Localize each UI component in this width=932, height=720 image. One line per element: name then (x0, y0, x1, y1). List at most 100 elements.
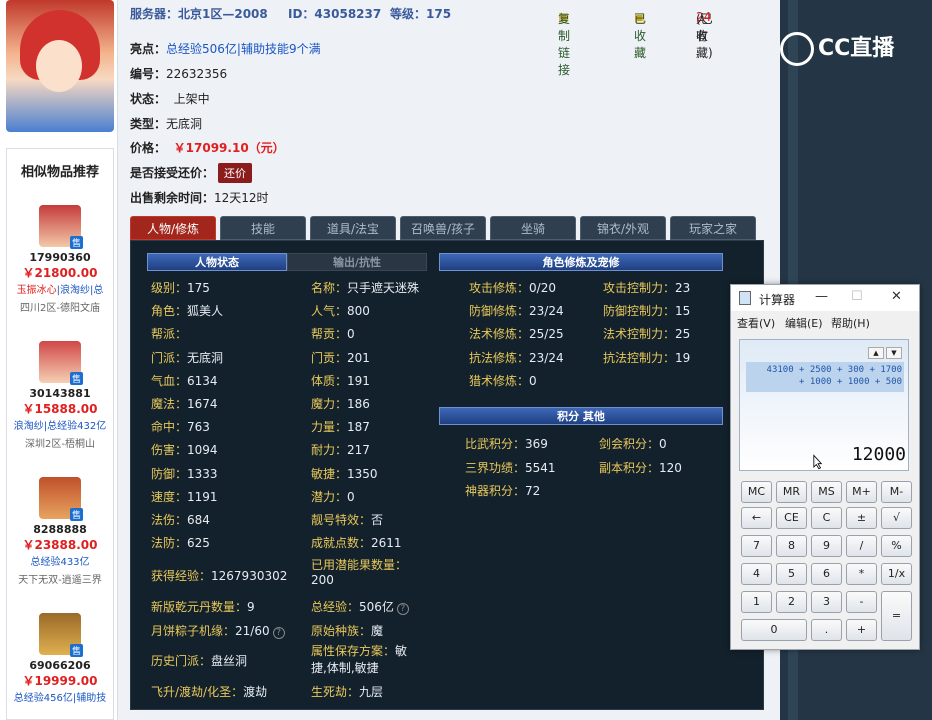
control-row: 攻击控制力：23 (603, 281, 691, 295)
similar-item-id: 8288888 (33, 523, 87, 536)
help-icon[interactable]: ? (396, 603, 409, 615)
cultivation-row: 猎术修炼：0 (469, 373, 537, 388)
calc-key[interactable]: - (846, 591, 877, 613)
life-row: 生死劫：九层 (311, 685, 384, 699)
top-info-bar: 服务器：北京1区—2008 ID：43058237 等级：175 ▣ 复制链接 … (130, 7, 713, 77)
similar-item[interactable]: 售 17990360 ￥21800.00 玉振冰心|浪淘纱|总 四川2区-德阳文… (7, 205, 113, 314)
number-row: 编号：22632356 (130, 67, 228, 81)
mouse-cursor-icon (813, 454, 823, 470)
calc-key[interactable]: 0 (741, 619, 807, 641)
race-row: 原始种族：魔 (311, 624, 384, 638)
calc-key[interactable]: 8 (776, 535, 807, 557)
tab-skills[interactable]: 技能 (220, 216, 306, 240)
stat-row: 敏捷：1350 (311, 466, 378, 481)
close-icon[interactable]: ✕ (891, 289, 902, 304)
stat-row: 法伤：684 (151, 513, 210, 527)
exp-row: 获得经验：1267930302 (151, 569, 288, 583)
points-row: 剑会积分：0 (599, 437, 667, 451)
bargain-button[interactable]: 还价 (218, 163, 253, 183)
stat-row: 帮派： (151, 327, 188, 342)
calc-key[interactable]: 4 (741, 563, 772, 585)
attr-plan-row: 属性保存方案：敏 捷,体制,敏捷 (311, 644, 408, 675)
similar-item-price: ￥15888.00 (22, 402, 98, 416)
similar-item[interactable]: 售 30143881 ￥15888.00 浪淘纱|总经验432亿 深圳2区-梧桐… (7, 341, 113, 450)
similar-item-avatar[interactable]: 售 (39, 613, 83, 657)
calc-key[interactable]: M- (881, 481, 912, 503)
calc-key[interactable]: MS (811, 481, 842, 503)
calculator-menu: 查看(V) 编辑(E) 帮助(H) (731, 311, 919, 333)
fly-row: 飞升/渡劫/化圣：渡劫 (151, 685, 268, 699)
calc-key[interactable]: 3 (811, 591, 842, 613)
stat-row: 潜力：0 (311, 489, 355, 504)
header-output-resist[interactable]: 输出/抗性 (287, 253, 427, 271)
calc-key[interactable]: / (846, 535, 877, 557)
scroll-down-icon[interactable]: ▼ (886, 347, 902, 359)
header-character-status[interactable]: 人物状态 (147, 253, 287, 271)
calc-key[interactable]: ± (846, 507, 877, 529)
character-portrait (6, 0, 114, 132)
stat-row: 伤害：1094 (151, 443, 218, 458)
points-row: 比武积分：369 (465, 437, 548, 451)
calc-key[interactable]: CE (776, 507, 807, 529)
tab-outfits[interactable]: 锦衣/外观 (580, 216, 666, 240)
points-row: 副本积分：120 (599, 460, 682, 475)
tab-mounts[interactable]: 坐骑 (490, 216, 576, 240)
menu-help[interactable]: 帮助(H) (831, 315, 870, 331)
calc-key[interactable]: 7 (741, 535, 772, 557)
calc-key[interactable]: √ (881, 507, 912, 529)
calc-key[interactable]: * (846, 563, 877, 585)
cultivation-row: 攻击修炼：0/20 (469, 281, 556, 295)
calc-key[interactable]: MR (776, 481, 807, 503)
stat-row: 耐力：217 (311, 443, 370, 458)
similar-item-desc: 浪淘纱|总经验432亿 (13, 421, 107, 432)
history-scroll: ▲ ▼ (866, 344, 906, 359)
scroll-up-icon[interactable]: ▲ (868, 347, 884, 359)
menu-edit[interactable]: 编辑(E) (785, 315, 823, 331)
stat-row: 魔法：1674 (151, 397, 218, 411)
tab-pets[interactable]: 召唤兽/孩子 (400, 216, 486, 240)
similar-item-price: ￥19999.00 (22, 674, 98, 688)
header-cultivation: 角色修炼及宠修 (439, 253, 723, 271)
calc-key[interactable]: 1 (741, 591, 772, 613)
calc-key[interactable]: 2 (776, 591, 807, 613)
calc-key[interactable]: C (811, 507, 842, 529)
minimize-icon[interactable]: — (815, 289, 828, 304)
calc-key[interactable]: 1/x (881, 563, 912, 585)
calculator-titlebar[interactable]: 计算器 — ☐ ✕ (731, 285, 919, 311)
calc-key[interactable]: % (881, 535, 912, 557)
tab-home[interactable]: 玩家之家 (670, 216, 756, 240)
stat-row: 防御：1333 (151, 466, 218, 481)
calc-key[interactable]: = (881, 591, 912, 641)
stat-row: 命中：763 (151, 420, 210, 435)
calc-key[interactable]: 9 (811, 535, 842, 557)
time-row: 出售剩余时间：12天12时 (130, 191, 269, 205)
similar-item[interactable]: 售 8288888 ￥23888.00 总经验433亿 天下无双-逍遥三界 (7, 477, 113, 586)
tab-items[interactable]: 道具/法宝 (310, 216, 396, 240)
calc-key[interactable]: ← (741, 507, 772, 529)
history-row: 历史门派：盘丝洞 (151, 654, 248, 668)
maximize-icon[interactable]: ☐ (851, 289, 863, 304)
server-label: 服务器：北京1区—2008 (130, 7, 268, 21)
similar-item-avatar[interactable]: 售 (39, 341, 83, 385)
calc-key[interactable]: + (846, 619, 877, 641)
sale-tag: 售 (69, 372, 83, 385)
sale-tag: 售 (69, 508, 83, 521)
calc-key[interactable]: M+ (846, 481, 877, 503)
similar-item-desc: 总经验433亿 (30, 557, 90, 568)
calculator-window[interactable]: 计算器 — ☐ ✕ 查看(V) 编辑(E) 帮助(H) ▲ ▼ 43100 + 2… (730, 284, 920, 650)
calc-key[interactable]: MC (741, 481, 772, 503)
similar-item[interactable]: 售 69066206 ￥19999.00 总经验456亿|辅助技 (7, 613, 113, 704)
similar-item-avatar[interactable]: 售 (39, 205, 83, 249)
menu-view[interactable]: 查看(V) (737, 315, 775, 331)
calc-key[interactable]: . (811, 619, 842, 641)
help-icon[interactable]: ? (272, 627, 285, 639)
calc-key[interactable]: 5 (776, 563, 807, 585)
tab-character[interactable]: 人物/修炼 (130, 216, 216, 240)
calc-key[interactable]: 6 (811, 563, 842, 585)
similar-item-avatar[interactable]: 售 (39, 477, 83, 521)
stat-row: 角色：狐美人 (151, 304, 224, 319)
total-exp-row: 总经验：506亿? (311, 598, 409, 615)
type-row: 类型：无底洞 (130, 117, 203, 131)
control-row: 防御控制力：15 (603, 304, 691, 319)
similar-item-price: ￥21800.00 (22, 266, 98, 280)
